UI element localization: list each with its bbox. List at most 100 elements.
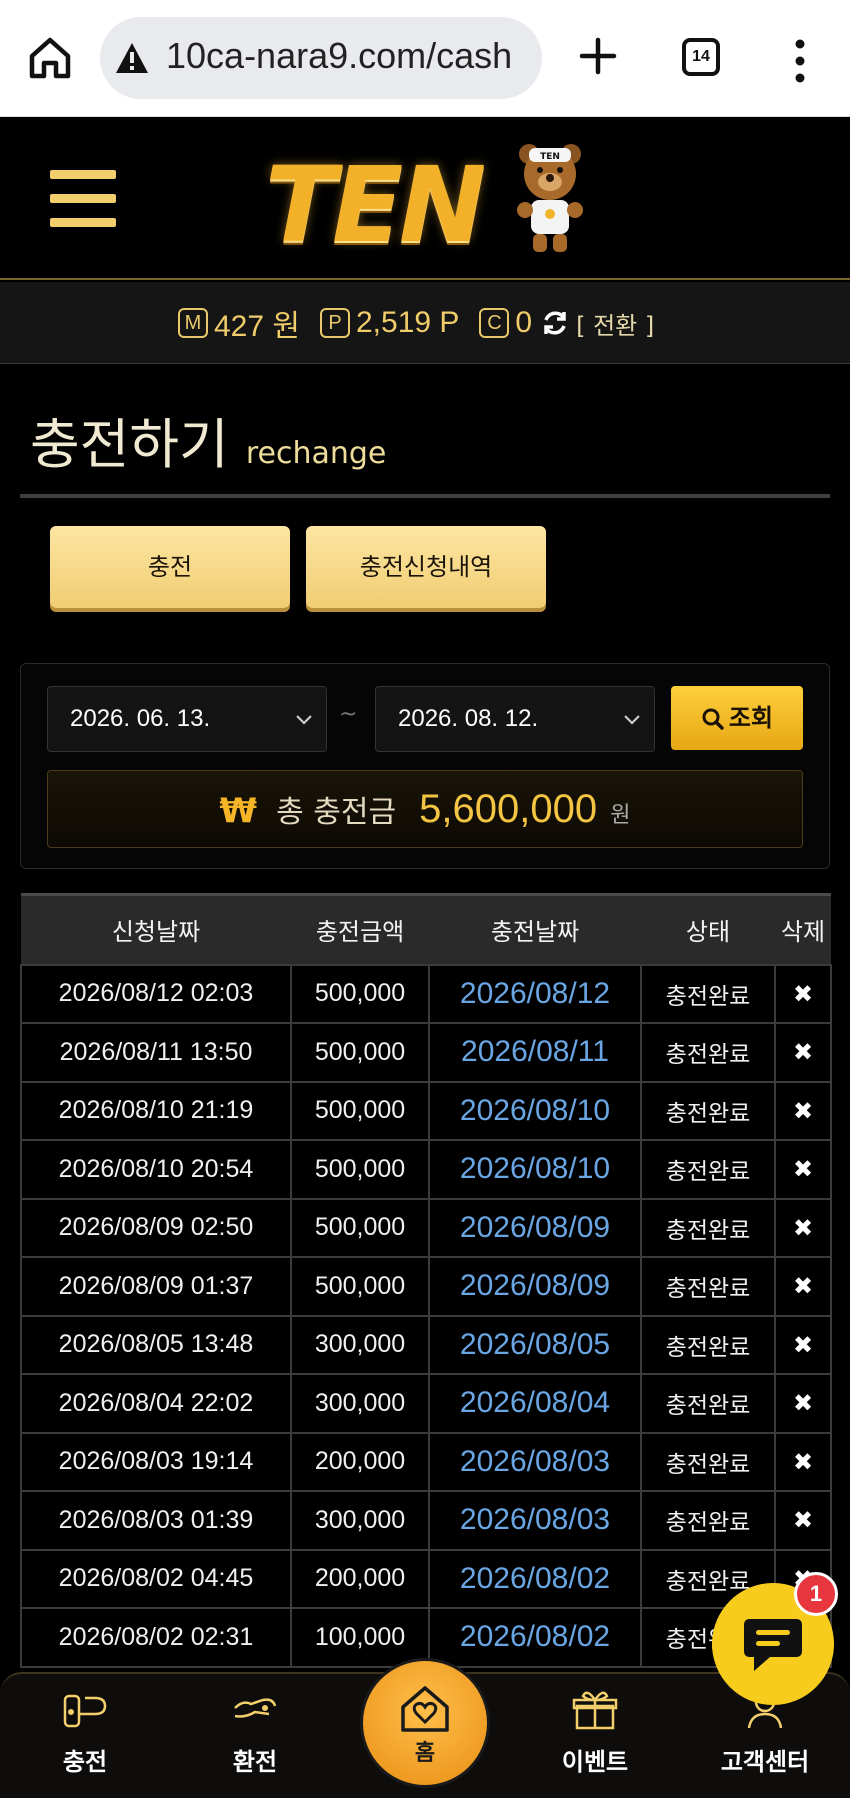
status-cell: 충전완료 (640, 1256, 776, 1317)
tab-charge[interactable]: 충전 (50, 526, 290, 608)
delete-button[interactable]: ✖ (774, 1431, 832, 1492)
request-date-cell: 2026/08/02 02:31 (20, 1607, 292, 1668)
url-text[interactable]: 10ca-nara9.com/cash (166, 35, 512, 77)
status-cell: 충전완료 (640, 1314, 776, 1375)
total-charge-unit: 원 (610, 803, 631, 828)
amount-cell: 300,000 (290, 1490, 430, 1551)
charge-date-cell[interactable]: 2026/08/02 (428, 1548, 642, 1609)
delete-button[interactable]: ✖ (774, 1022, 832, 1083)
charge-date-cell[interactable]: 2026/08/02 (428, 1607, 642, 1668)
status-cell: 충전완료 (640, 1080, 776, 1141)
tab-charge-history[interactable]: 충전신청내역 (306, 526, 546, 608)
request-date-cell: 2026/08/02 04:45 (20, 1548, 292, 1609)
delete-button[interactable]: ✖ (774, 1314, 832, 1375)
end-date-select[interactable]: 2026. 08. 12. (375, 686, 655, 752)
header-delete: 삭제 (780, 918, 826, 947)
header-status: 상태 (685, 918, 731, 947)
home-icon[interactable] (22, 30, 78, 86)
status-cell: 충전완료 (640, 1197, 776, 1258)
coin-icon: C (479, 308, 510, 338)
chat-icon (744, 1619, 802, 1671)
amount-cell: 300,000 (290, 1314, 430, 1375)
table-row: 2026/08/09 01:37 500,000 2026/08/09 충전완료 ✖ (20, 1256, 832, 1317)
delete-button[interactable]: ✖ (774, 1080, 832, 1141)
header-request-date: 신청날짜 (111, 918, 201, 947)
charge-date-cell[interactable]: 2026/08/09 (428, 1197, 642, 1258)
request-date-cell: 2026/08/09 01:37 (20, 1256, 292, 1317)
browser-toolbar: 10ca-nara9.com/cash 14 (0, 0, 850, 117)
table-body: 2026/08/12 02:03 500,000 2026/08/12 충전완료 ✖ 20… (20, 963, 832, 1668)
chat-notification-badge: 1 (794, 1572, 838, 1616)
status-cell: 충전완료 (640, 1431, 776, 1492)
charge-date-cell[interactable]: 2026/08/10 (428, 1139, 642, 1200)
page-title-english: rechange (245, 436, 387, 471)
delete-button[interactable]: ✖ (774, 1256, 832, 1317)
table-row: 2026/08/09 02:50 500,000 2026/08/09 충전완료 ✖ (20, 1197, 832, 1258)
gift-icon (572, 1691, 618, 1730)
charge-date-cell[interactable]: 2026/08/09 (428, 1256, 642, 1317)
coin-balance: 0 (515, 306, 533, 339)
end-date-value: 2026. 08. 12. (398, 705, 539, 732)
charge-date-cell[interactable]: 2026/08/12 (428, 963, 642, 1024)
page-title: 충전하기 rechange (30, 400, 386, 480)
new-tab-icon[interactable] (572, 30, 624, 82)
table-header-row: 신청날짜 충전금액 충전날짜 상태 삭제 (21, 894, 831, 965)
charge-hand-icon (63, 1694, 107, 1728)
nav-home-button[interactable]: 홈 (360, 1658, 490, 1788)
delete-button[interactable]: ✖ (774, 1197, 832, 1258)
table-row: 2026/08/03 19:14 200,000 2026/08/03 충전완료 ✖ (20, 1431, 832, 1492)
delete-button[interactable]: ✖ (774, 1373, 832, 1434)
start-date-select[interactable]: 2026. 06. 13. (47, 686, 327, 752)
total-charge-value: 5,600,000 (419, 787, 598, 831)
search-button[interactable]: 조회 (671, 686, 803, 750)
home-heart-icon (401, 1686, 449, 1732)
site-logo[interactable]: TEN TEN (265, 134, 585, 266)
total-charge-label: 총 충전금 (276, 795, 397, 830)
money-icon: M (178, 308, 208, 338)
warning-icon[interactable] (114, 41, 150, 75)
status-cell: 충전완료 (640, 963, 776, 1024)
amount-cell: 200,000 (290, 1548, 430, 1609)
table-row: 2026/08/11 13:50 500,000 2026/08/11 충전완료 ✖ (20, 1022, 832, 1083)
balance-bar: M 427 원 P 2,519 P C 0 [ 전환 ] (0, 282, 850, 364)
tab-switcher-button[interactable]: 14 (682, 38, 720, 76)
charge-date-cell[interactable]: 2026/08/05 (428, 1314, 642, 1375)
nav-charge-label: 충전 (62, 1748, 108, 1776)
nav-exchange-label: 환전 (232, 1748, 278, 1776)
nav-event-label: 이벤트 (561, 1748, 629, 1776)
header-charge-date: 충전날짜 (490, 918, 580, 947)
more-menu-icon[interactable] (785, 36, 815, 86)
total-charge-summary: ₩ 총 충전금 5,600,000 원 (47, 770, 803, 848)
amount-cell: 500,000 (290, 1139, 430, 1200)
table-row: 2026/08/10 20:54 500,000 2026/08/10 충전완료 ✖ (20, 1139, 832, 1200)
delete-button[interactable]: ✖ (774, 963, 832, 1024)
hamburger-menu-icon[interactable] (50, 170, 116, 227)
charge-date-cell[interactable]: 2026/08/03 (428, 1490, 642, 1551)
status-cell: 충전완료 (640, 1022, 776, 1083)
table-row: 2026/08/12 02:03 500,000 2026/08/12 충전완료 ✖ (20, 963, 832, 1024)
site-header: TEN TEN (0, 118, 850, 280)
nav-charge[interactable]: 충전 (15, 1684, 155, 1794)
charge-date-cell[interactable]: 2026/08/03 (428, 1431, 642, 1492)
table-row: 2026/08/05 13:48 300,000 2026/08/05 충전완료 ✖ (20, 1314, 832, 1375)
charge-date-cell[interactable]: 2026/08/04 (428, 1373, 642, 1434)
charge-date-cell[interactable]: 2026/08/10 (428, 1080, 642, 1141)
address-bar[interactable]: 10ca-nara9.com/cash (100, 17, 542, 99)
refresh-icon[interactable] (540, 308, 570, 338)
won-icon: ₩ (219, 791, 258, 831)
nav-event[interactable]: 이벤트 (525, 1684, 665, 1794)
request-date-cell: 2026/08/11 13:50 (20, 1022, 292, 1083)
amount-cell: 100,000 (290, 1607, 430, 1668)
delete-button[interactable]: ✖ (774, 1490, 832, 1551)
charge-date-cell[interactable]: 2026/08/11 (428, 1022, 642, 1083)
nav-exchange[interactable]: 환전 (185, 1684, 325, 1794)
date-separator: ~ (339, 702, 358, 727)
point-icon: P (320, 308, 350, 338)
table-row: 2026/08/02 04:45200,0002026/08/02충전완료✖ (20, 1548, 832, 1609)
delete-button[interactable]: ✖ (774, 1139, 832, 1200)
date-filter-panel: 2026. 06. 13. ~ 2026. 08. 12. 조회 ₩ 총 충전금… (20, 663, 830, 869)
nav-home-label: 홈 (414, 1741, 436, 1766)
amount-cell: 500,000 (290, 1197, 430, 1258)
swap-button[interactable]: [ 전환 ] (576, 306, 654, 341)
charge-history-table: 신청날짜 충전금액 충전날짜 상태 삭제 2026/08/12 02:03 500… (20, 893, 832, 1668)
